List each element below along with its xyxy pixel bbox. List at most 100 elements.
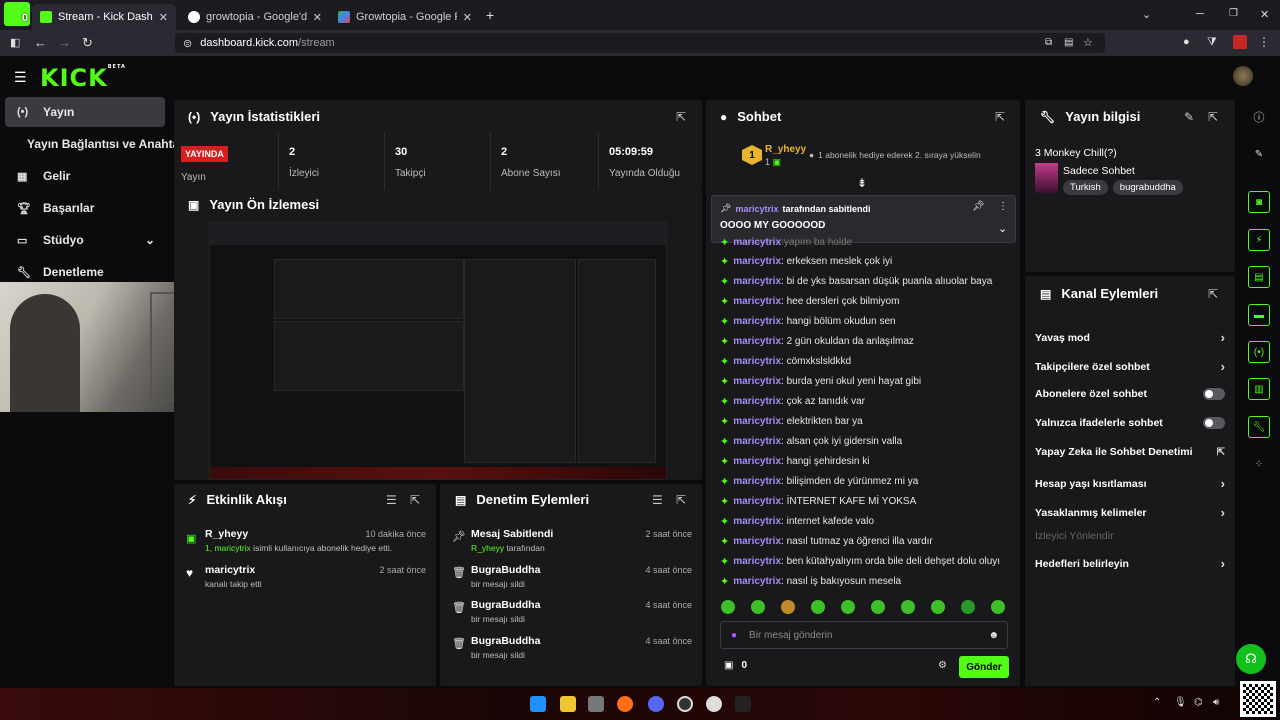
list-tabs-icon[interactable]: ⌄	[1142, 8, 1151, 21]
volume-icon[interactable]: 🔊︎	[1213, 697, 1219, 708]
expand-icon[interactable]: ⇱	[410, 493, 420, 507]
collapse-arrow-icon[interactable]: ⇟	[857, 176, 867, 190]
chat-username[interactable]: maricytrix	[733, 416, 781, 427]
expand-icon[interactable]: ⇱	[676, 110, 686, 124]
chevron-down-icon[interactable]: ⌄	[998, 222, 1007, 235]
screen-capture-icon[interactable]: ◙	[1248, 191, 1270, 213]
channel-action-row[interactable]: Yalnızca ifadelerle sohbet	[1035, 417, 1225, 429]
filter-icon[interactable]: ☰	[652, 493, 663, 507]
tag[interactable]: bugrabuddha	[1112, 180, 1183, 195]
chat-username[interactable]: maricytrix	[733, 556, 781, 567]
chat-username[interactable]: maricytrix	[733, 496, 781, 507]
channel-action-row[interactable]: Yasaklanmış kelimeler ›	[1035, 505, 1225, 520]
site-info-icon[interactable]: ⊜	[183, 37, 192, 50]
chat-bubble-icon[interactable]: ▬	[1248, 304, 1270, 326]
channel-action-row[interactable]: Hesap yaşı kısıtlaması ›	[1035, 476, 1225, 491]
channel-action-row[interactable]: Yavaş mod ›	[1035, 330, 1225, 345]
pip-icon[interactable]: ⧉	[1045, 37, 1052, 48]
start-icon[interactable]	[530, 696, 546, 712]
channel-action-row[interactable]: Abonelere özel sohbet	[1035, 388, 1225, 400]
avatar[interactable]	[1233, 66, 1253, 86]
expand-icon[interactable]: ⇱	[995, 110, 1005, 124]
expand-icon[interactable]: ⇱	[676, 493, 686, 507]
emoji-icon[interactable]: ☻	[988, 630, 999, 641]
emote-icon[interactable]	[841, 600, 855, 614]
channel-points[interactable]: ▣ 0	[724, 660, 747, 671]
document-icon[interactable]: ▤	[1248, 266, 1270, 288]
kick-logo[interactable]: KICKBETA	[40, 64, 126, 92]
lightning-icon[interactable]: ⚡︎	[1248, 229, 1270, 251]
tray-chevron-icon[interactable]: ⌃	[1153, 697, 1161, 708]
more-options-icon[interactable]: ⋮	[998, 201, 1008, 212]
firefox-icon[interactable]	[617, 696, 633, 712]
emote-icon[interactable]	[901, 600, 915, 614]
toggle-switch[interactable]	[1203, 388, 1225, 400]
reader-icon[interactable]: ▤	[1064, 37, 1073, 48]
extension-badge-icon[interactable]	[1233, 35, 1247, 49]
layout-icon[interactable]: ▥	[1248, 378, 1270, 400]
info-icon[interactable]: ⓘ	[1248, 106, 1270, 128]
chat-username[interactable]: maricytrix	[733, 356, 781, 367]
sidebar-item-gelir[interactable]: ▦ Gelir	[5, 161, 165, 191]
unpin-icon[interactable]: 📌︎	[972, 201, 985, 212]
emote-icon[interactable]	[931, 600, 945, 614]
extensions-icon[interactable]: ⧩	[1207, 36, 1217, 49]
channel-action-row[interactable]: Yapay Zeka ile Sohbet Denetimi ⇱	[1035, 446, 1225, 458]
channel-action-row[interactable]: Takipçilere özel sohbet ›	[1035, 359, 1225, 374]
chat-username[interactable]: maricytrix	[733, 376, 781, 387]
wrench-icon[interactable]: 🔧︎	[1248, 416, 1270, 438]
chat-username[interactable]: maricytrix	[733, 276, 781, 287]
reload-icon[interactable]: ↻	[82, 35, 93, 51]
profile-icon[interactable]: ●	[1183, 36, 1190, 48]
chat-username[interactable]: maricytrix	[733, 456, 781, 467]
emote-icon[interactable]	[961, 600, 975, 614]
maximize-icon[interactable]: ❐	[1229, 8, 1238, 19]
chat-username[interactable]: maricytrix	[733, 476, 781, 487]
send-button[interactable]: Gönder	[959, 656, 1009, 678]
filter-icon[interactable]: ☰	[386, 493, 397, 507]
expand-icon[interactable]: ⇱	[1208, 110, 1218, 124]
menu-icon[interactable]: ⋮	[1258, 35, 1270, 49]
hamburger-icon[interactable]: ☰	[14, 69, 27, 86]
store-icon[interactable]	[588, 696, 604, 712]
emote-icon[interactable]	[991, 600, 1005, 614]
chat-username[interactable]: maricytrix	[733, 436, 781, 447]
chat-username[interactable]: maricytrix	[733, 256, 781, 267]
tab-google-play[interactable]: Growtopia - Google Play'de Uyg ✕	[330, 4, 480, 30]
chat-username[interactable]: maricytrix	[733, 576, 781, 587]
edit-icon[interactable]: ✎	[1184, 110, 1194, 124]
stream-preview-video[interactable]	[209, 222, 667, 480]
emote-icon[interactable]	[811, 600, 825, 614]
chat-settings-icon[interactable]: ⚙	[938, 660, 947, 671]
emote-icon[interactable]	[721, 600, 735, 614]
chat-username[interactable]: maricytrix	[733, 396, 781, 407]
microphone-tray-icon[interactable]: 🎙︎	[1174, 697, 1187, 708]
file-explorer-icon[interactable]	[560, 696, 576, 712]
url-bar[interactable]: ⊜ dashboard.kick.com/stream	[175, 33, 1105, 53]
expand-icon[interactable]: ⇱	[1208, 287, 1218, 301]
emote-icon[interactable]	[781, 600, 795, 614]
emote-icon[interactable]	[751, 600, 765, 614]
close-tab-icon[interactable]: ✕	[463, 11, 472, 24]
close-tab-icon[interactable]: ✕	[159, 11, 168, 24]
back-icon[interactable]: ←	[34, 35, 47, 50]
sidebar-item-stream-key[interactable]: Yayın Bağlantısı ve Anahtarı	[5, 129, 187, 159]
forward-icon[interactable]: →	[58, 35, 71, 50]
tab-google-search[interactable]: growtopia - Google'da Ara ✕	[180, 4, 330, 30]
close-tab-icon[interactable]: ✕	[313, 11, 322, 24]
chat-username[interactable]: maricytrix	[733, 296, 781, 307]
sidebar-item-yayin[interactable]: (•) Yayın	[5, 97, 165, 127]
microphone-icon[interactable]: ●	[731, 630, 737, 641]
chat-username[interactable]: maricytrix	[733, 316, 781, 327]
obs-icon[interactable]	[677, 696, 693, 712]
emote-icon[interactable]	[871, 600, 885, 614]
close-window-icon[interactable]: ✕	[1260, 8, 1269, 21]
chat-input[interactable]: ● Bir mesaj gönderin ☻	[720, 621, 1008, 649]
bookmark-star-icon[interactable]: ☆	[1083, 36, 1093, 49]
sidebar-item-studyo[interactable]: ▭ Stüdyo ⌄	[5, 225, 165, 255]
chat-username[interactable]: maricytrix	[733, 237, 781, 248]
channel-action-row[interactable]: Hedefleri belirleyin ›	[1035, 556, 1225, 571]
category-name[interactable]: Sadece Sohbet	[1063, 165, 1135, 177]
channel-action-row[interactable]: İzleyici Yönlendir	[1035, 530, 1225, 542]
tag[interactable]: Turkish	[1063, 180, 1108, 195]
